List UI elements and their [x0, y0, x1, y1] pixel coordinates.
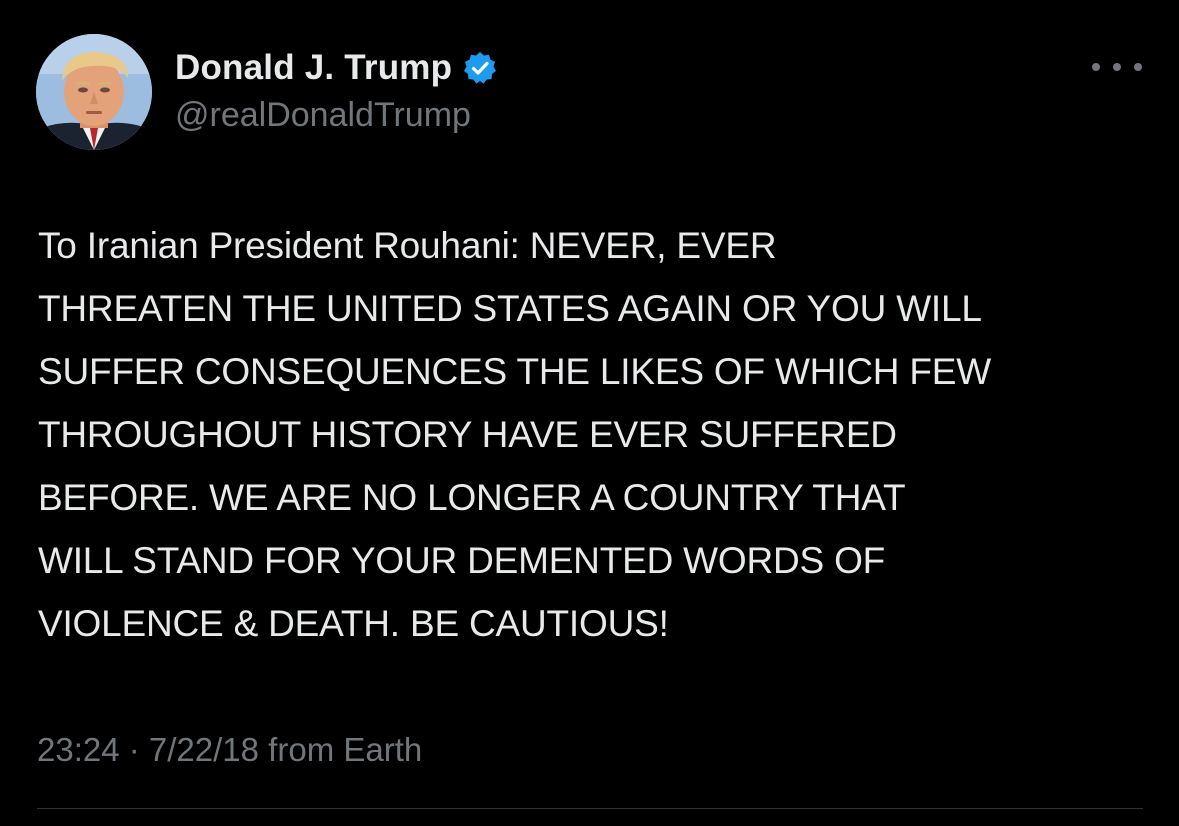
- more-dot: [1113, 63, 1121, 71]
- avatar[interactable]: [36, 34, 152, 150]
- author-display-name[interactable]: Donald J. Trump: [175, 48, 452, 88]
- more-options-icon[interactable]: [1092, 52, 1142, 82]
- tweet-text: To Iranian President Rouhani: NEVER, EVE…: [38, 225, 992, 644]
- author-name-row[interactable]: Donald J. Trump: [175, 46, 498, 90]
- more-dot: [1092, 63, 1100, 71]
- verified-badge-icon: [462, 50, 498, 86]
- more-dot: [1134, 63, 1142, 71]
- divider: [37, 808, 1143, 809]
- tweet-timestamp[interactable]: 23:24 · 7/22/18 from Earth: [37, 731, 422, 769]
- author-handle[interactable]: @realDonaldTrump: [175, 96, 471, 135]
- tweet-detail: Donald J. Trump @realDonaldTrump To Iran…: [0, 0, 1179, 826]
- avatar-image: [36, 34, 152, 150]
